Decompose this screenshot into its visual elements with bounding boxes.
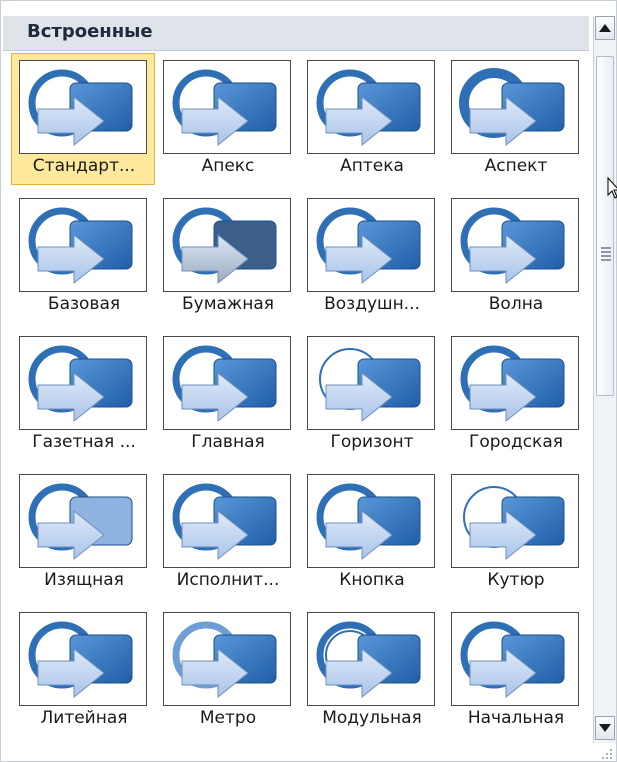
resize-grip-icon[interactable]: [597, 745, 615, 761]
vertical-scrollbar[interactable]: [593, 16, 616, 743]
theme-item[interactable]: Аптека: [299, 53, 443, 185]
theme-preview-icon: [172, 69, 277, 147]
theme-thumbnail: [451, 474, 579, 568]
theme-thumbnail: [163, 60, 291, 154]
theme-item-label: Газетная ...: [32, 432, 136, 452]
theme-item-label: Кнопка: [339, 570, 405, 590]
theme-item-label: Стандарт...: [32, 156, 136, 176]
theme-item[interactable]: Бумажная: [155, 191, 299, 323]
theme-thumbnail: [163, 474, 291, 568]
theme-preview-icon: [172, 345, 277, 423]
theme-item[interactable]: Воздушн...: [299, 191, 443, 323]
theme-item-label: Воздушн...: [324, 294, 420, 314]
theme-preview-icon: [316, 483, 421, 561]
theme-preview-icon: [28, 621, 133, 699]
theme-preview-icon: [460, 207, 565, 285]
theme-thumbnail: [451, 336, 579, 430]
theme-preview-icon: [172, 483, 277, 561]
triangle-down-icon: [599, 724, 611, 732]
theme-item[interactable]: Метро: [155, 605, 299, 737]
theme-thumbnail: [163, 612, 291, 706]
mouse-cursor-icon: [607, 177, 617, 199]
theme-thumbnail: [307, 474, 435, 568]
theme-item-label: Горизонт: [330, 432, 414, 452]
gallery-section-header: Встроенные: [3, 16, 589, 51]
theme-thumbnail: [19, 474, 147, 568]
theme-item[interactable]: Литейная: [11, 605, 155, 737]
theme-item[interactable]: Стандарт...: [11, 53, 155, 185]
theme-item[interactable]: Кнопка: [299, 467, 443, 599]
theme-preview-icon: [316, 207, 421, 285]
theme-item-label: Городская: [469, 432, 563, 452]
theme-item-label: Литейная: [40, 708, 128, 728]
scroll-down-button[interactable]: [595, 716, 615, 740]
theme-thumbnail: [451, 198, 579, 292]
theme-thumbnail: [307, 612, 435, 706]
theme-thumbnail: [163, 336, 291, 430]
section-title: Встроенные: [27, 21, 153, 42]
theme-preview-icon: [316, 621, 421, 699]
theme-item[interactable]: Модульная: [299, 605, 443, 737]
theme-item-label: Кутюр: [487, 570, 545, 590]
theme-preview-icon: [319, 348, 421, 423]
theme-preview-icon: [172, 621, 277, 699]
theme-item-label: Изящная: [44, 570, 124, 590]
theme-thumbnail: [19, 198, 147, 292]
theme-item-label: Базовая: [47, 294, 121, 314]
theme-thumbnail: [19, 612, 147, 706]
theme-preview-icon: [459, 68, 565, 147]
theme-item-label: Модульная: [322, 708, 422, 728]
triangle-up-icon: [599, 24, 611, 32]
theme-preview-icon: [463, 486, 565, 561]
theme-preview-icon: [28, 69, 133, 147]
scroll-up-button[interactable]: [595, 16, 615, 40]
theme-item-label: Бумажная: [181, 294, 275, 314]
theme-item-label: Аспект: [484, 156, 548, 176]
theme-grid: Стандарт... Апекс Аптека Аспект Базовая Бумаж…: [11, 53, 589, 743]
theme-item-label: Исполнит...: [176, 570, 280, 590]
theme-item[interactable]: Газетная ...: [11, 329, 155, 461]
theme-item-label: Метро: [199, 708, 257, 728]
theme-preview-icon: [28, 207, 133, 285]
theme-thumbnail: [307, 336, 435, 430]
theme-item[interactable]: Исполнит...: [155, 467, 299, 599]
theme-thumbnail: [451, 612, 579, 706]
theme-item[interactable]: Изящная: [11, 467, 155, 599]
theme-item-label: Аптека: [340, 156, 404, 176]
theme-item[interactable]: Горизонт: [299, 329, 443, 461]
theme-thumbnail: [451, 60, 579, 154]
theme-item[interactable]: Волна: [443, 191, 587, 323]
theme-item[interactable]: Аспект: [443, 53, 587, 185]
theme-preview-icon: [28, 483, 133, 561]
theme-item-label: Главная: [191, 432, 265, 452]
theme-thumbnail: [19, 336, 147, 430]
theme-thumbnail: [19, 60, 147, 154]
theme-preview-icon: [172, 207, 277, 285]
theme-preview-icon: [28, 345, 133, 423]
theme-preview-icon: [316, 69, 421, 147]
theme-item[interactable]: Кутюр: [443, 467, 587, 599]
theme-item[interactable]: Главная: [155, 329, 299, 461]
theme-item-label: Начальная: [467, 708, 565, 728]
theme-item[interactable]: Базовая: [11, 191, 155, 323]
theme-preview-icon: [460, 621, 565, 699]
grip-icon: [601, 247, 611, 261]
theme-item[interactable]: Апекс: [155, 53, 299, 185]
theme-thumbnail: [163, 198, 291, 292]
theme-preview-icon: [460, 345, 565, 423]
scroll-thumb[interactable]: [596, 56, 614, 396]
theme-thumbnail: [307, 198, 435, 292]
theme-item-label: Апекс: [201, 156, 255, 176]
theme-item-label: Волна: [488, 294, 544, 314]
theme-item[interactable]: Городская: [443, 329, 587, 461]
theme-item[interactable]: Начальная: [443, 605, 587, 737]
theme-gallery: Встроенные Стандарт... Апекс Аптека Аспект Б…: [0, 0, 617, 762]
theme-thumbnail: [307, 60, 435, 154]
